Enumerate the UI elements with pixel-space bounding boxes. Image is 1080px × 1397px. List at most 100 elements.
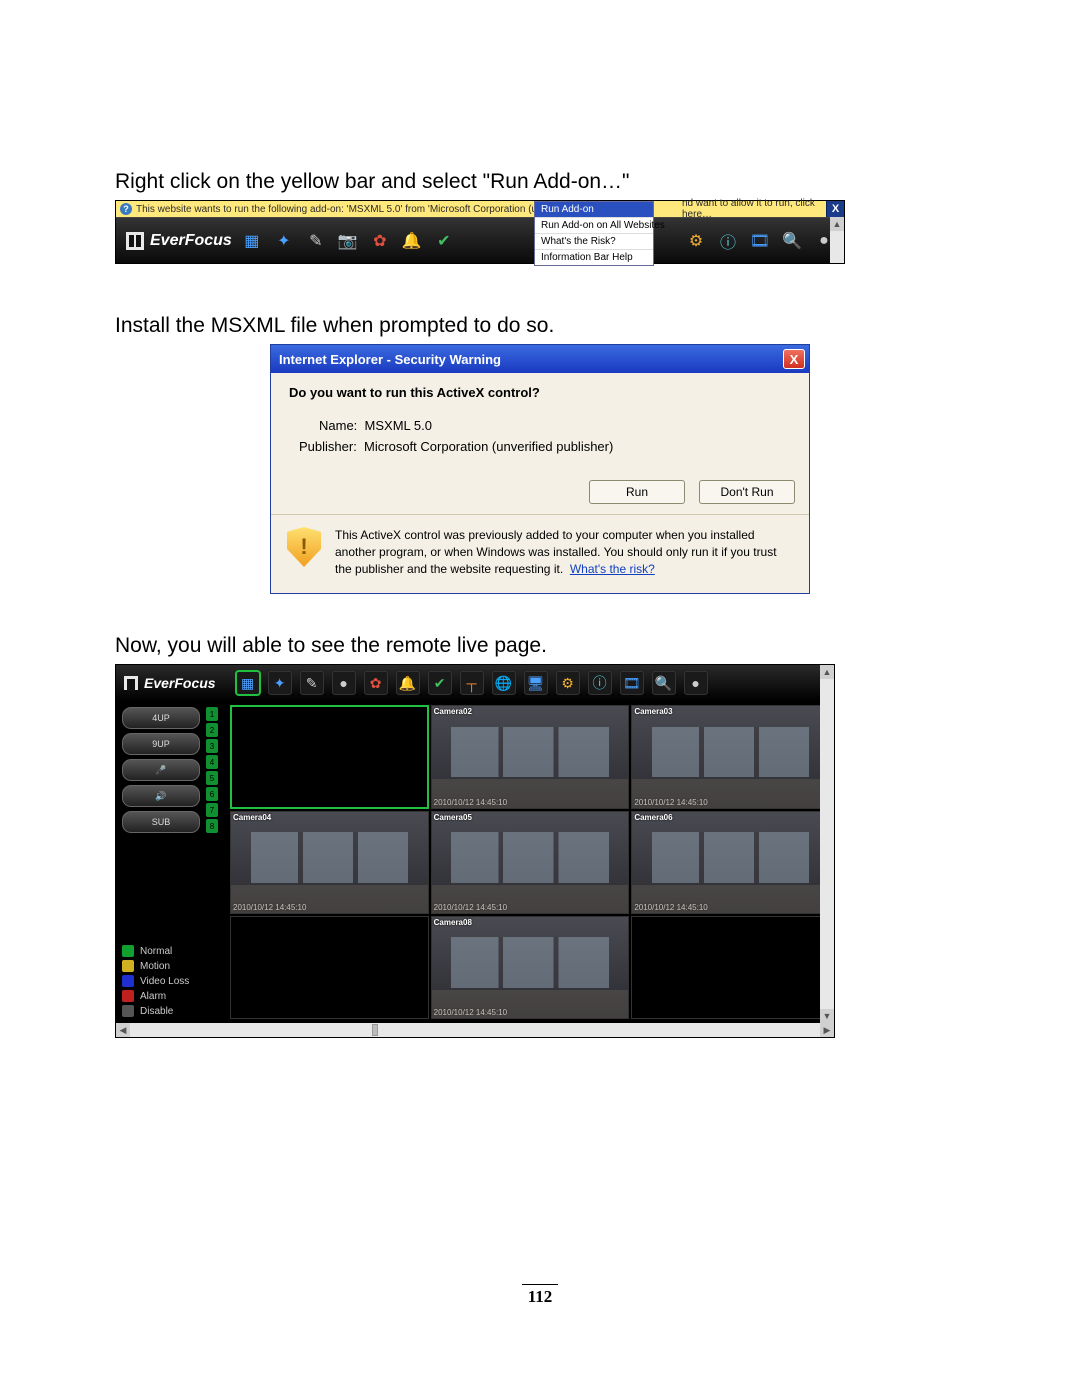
- wand-icon[interactable]: ✎: [306, 231, 326, 251]
- legend-alarm: Alarm: [122, 990, 220, 1002]
- camera-icon[interactable]: ●: [332, 671, 356, 695]
- scroll-up-arrow-icon[interactable]: ▲: [830, 217, 844, 231]
- film-icon[interactable]: 🎞: [620, 671, 644, 695]
- gear-icon[interactable]: ⚙: [556, 671, 580, 695]
- camera-timestamp: 2010/10/12 14:45:10: [434, 1008, 507, 1017]
- gear-icon[interactable]: ⚙: [686, 231, 706, 251]
- legend-label: Disable: [140, 1006, 173, 1017]
- vertical-scrollbar[interactable]: ▲: [830, 217, 844, 263]
- channel-1[interactable]: 1: [206, 707, 218, 721]
- ie-security-warning-dialog: Internet Explorer - Security Warning X D…: [270, 344, 810, 594]
- bell-icon[interactable]: 🔔: [402, 231, 422, 251]
- scroll-down-arrow-icon[interactable]: ▼: [820, 1009, 834, 1023]
- layout-4up-button[interactable]: 4UP: [122, 707, 200, 729]
- infobar-close-button[interactable]: X: [826, 201, 844, 217]
- grid-icon[interactable]: ▦: [236, 671, 260, 695]
- dialog-publisher-row: Publisher: Microsoft Corporation (unveri…: [299, 439, 791, 454]
- screenshot-infobar-toolbar: ? This website wants to run the followin…: [115, 200, 845, 264]
- network-icon[interactable]: ┬: [460, 671, 484, 695]
- dialog-name-value: MSXML 5.0: [365, 418, 432, 433]
- screenshot-live-page: EverFocus ▦ ✦ ✎ ● ✿ 🔔 ✔ ┬ 🌐 🖥 ⚙ ⓘ 🎞 🔍 ● …: [115, 664, 835, 1038]
- instruction-step2: Install the MSXML file when prompted to …: [115, 314, 965, 338]
- menu-item-whats-the-risk[interactable]: What's the Risk?: [535, 234, 653, 250]
- camera-timestamp: 2010/10/12 14:45:10: [634, 798, 707, 807]
- live-top-toolbar: EverFocus ▦ ✦ ✎ ● ✿ 🔔 ✔ ┬ 🌐 🖥 ⚙ ⓘ 🎞 🔍 ●: [116, 665, 834, 701]
- info-icon[interactable]: ⓘ: [718, 231, 738, 251]
- camera-icon[interactable]: 📷: [338, 231, 358, 251]
- camera-timestamp: 2010/10/12 14:45:10: [233, 903, 306, 912]
- dialog-question: Do you want to run this ActiveX control?: [289, 385, 791, 400]
- search-icon[interactable]: 🔍: [652, 671, 676, 695]
- menu-item-run-addon-all[interactable]: Run Add-on on All Websites: [535, 218, 653, 234]
- channel-3[interactable]: 3: [206, 739, 218, 753]
- sparkle-icon[interactable]: ✦: [268, 671, 292, 695]
- camera-tile-3[interactable]: Camera03 2010/10/12 14:45:10: [631, 705, 830, 808]
- scroll-track[interactable]: [820, 679, 834, 1009]
- menu-item-info-bar-help[interactable]: Information Bar Help: [535, 250, 653, 265]
- channel-6[interactable]: 6: [206, 787, 218, 801]
- dialog-publisher-label: Publisher:: [299, 439, 357, 454]
- infobar-text-right: nd want to allow it to run, click here…: [676, 201, 826, 217]
- vertical-scrollbar[interactable]: ▲ ▼: [820, 665, 834, 1023]
- scroll-right-arrow-icon[interactable]: ▶: [820, 1023, 834, 1037]
- scroll-up-arrow-icon[interactable]: ▲: [820, 665, 834, 679]
- toolbar-icon-group-2: ⚙ ⓘ 🎞 🔍 ●: [686, 231, 834, 251]
- monitor-icon[interactable]: 🖥: [524, 671, 548, 695]
- camera-tile-1[interactable]: [230, 705, 429, 808]
- bell-icon[interactable]: 🔔: [396, 671, 420, 695]
- run-button[interactable]: Run: [589, 480, 685, 504]
- sparkle-icon[interactable]: ✦: [274, 231, 294, 251]
- warning-body: This ActiveX control was previously adde…: [335, 528, 777, 576]
- dialog-close-button[interactable]: X: [783, 349, 805, 369]
- legend-label: Normal: [140, 946, 172, 957]
- mic-button[interactable]: 🎤: [122, 759, 200, 781]
- camera-tile-9[interactable]: [631, 916, 830, 1019]
- camera-tile-7[interactable]: [230, 916, 429, 1019]
- camera-tile-8[interactable]: Camera08 2010/10/12 14:45:10: [431, 916, 630, 1019]
- search-icon[interactable]: 🔍: [782, 231, 802, 251]
- dialog-titlebar: Internet Explorer - Security Warning X: [271, 345, 809, 373]
- horizontal-scrollbar[interactable]: ◀ ▶: [116, 1023, 834, 1037]
- clock-ok-icon[interactable]: ✔: [428, 671, 452, 695]
- whats-the-risk-link[interactable]: What's the risk?: [570, 562, 655, 576]
- camera-tile-4[interactable]: Camera04 2010/10/12 14:45:10: [230, 811, 429, 914]
- info-icon[interactable]: ⓘ: [588, 671, 612, 695]
- camera-tile-2[interactable]: Camera02 2010/10/12 14:45:10: [431, 705, 630, 808]
- legend-label: Alarm: [140, 991, 166, 1002]
- everfocus-toolbar: EverFocus ▦ ✦ ✎ 📷 ✿ 🔔 ✔ ⚙ ⓘ 🎞 🔍 ●: [116, 217, 844, 263]
- bulb-icon[interactable]: ●: [684, 671, 708, 695]
- menu-item-run-addon[interactable]: Run Add-on: [535, 202, 653, 218]
- channel-4[interactable]: 4: [206, 755, 218, 769]
- channel-5[interactable]: 5: [206, 771, 218, 785]
- camera-tile-5[interactable]: Camera05 2010/10/12 14:45:10: [431, 811, 630, 914]
- camera-timestamp: 2010/10/12 14:45:10: [434, 903, 507, 912]
- ie-information-bar[interactable]: ? This website wants to run the followin…: [116, 201, 844, 217]
- dont-run-button[interactable]: Don't Run: [699, 480, 795, 504]
- live-toolbar-icons: ▦ ✦ ✎ ● ✿ 🔔 ✔ ┬ 🌐 🖥 ⚙ ⓘ 🎞 🔍 ●: [236, 671, 708, 695]
- camera-tile-6[interactable]: Camera06 2010/10/12 14:45:10: [631, 811, 830, 914]
- wand-icon[interactable]: ✎: [300, 671, 324, 695]
- sub-stream-button[interactable]: SUB: [122, 811, 200, 833]
- camera-label: Camera04: [233, 813, 271, 822]
- camera-timestamp: 2010/10/12 14:45:10: [434, 798, 507, 807]
- layout-9up-button[interactable]: 9UP: [122, 733, 200, 755]
- legend-label: Motion: [140, 961, 170, 972]
- clock-ok-icon[interactable]: ✔: [434, 231, 454, 251]
- scroll-thumb[interactable]: [372, 1024, 378, 1036]
- reel-icon[interactable]: ✿: [364, 671, 388, 695]
- film-icon[interactable]: 🎞: [750, 231, 770, 251]
- dialog-warning-section: ! This ActiveX control was previously ad…: [271, 515, 809, 593]
- dialog-name-label: Name:: [319, 418, 357, 433]
- scroll-track[interactable]: [130, 1023, 820, 1037]
- globe-icon[interactable]: 🌐: [492, 671, 516, 695]
- brand-name: EverFocus: [150, 232, 232, 250]
- channel-8[interactable]: 8: [206, 819, 218, 833]
- scroll-left-arrow-icon[interactable]: ◀: [116, 1023, 130, 1037]
- reel-icon[interactable]: ✿: [370, 231, 390, 251]
- channel-2[interactable]: 2: [206, 723, 218, 737]
- speaker-button[interactable]: 🔊: [122, 785, 200, 807]
- grid-icon[interactable]: ▦: [242, 231, 262, 251]
- channel-7[interactable]: 7: [206, 803, 218, 817]
- shield-icon: !: [287, 527, 321, 567]
- info-icon: ?: [120, 203, 132, 215]
